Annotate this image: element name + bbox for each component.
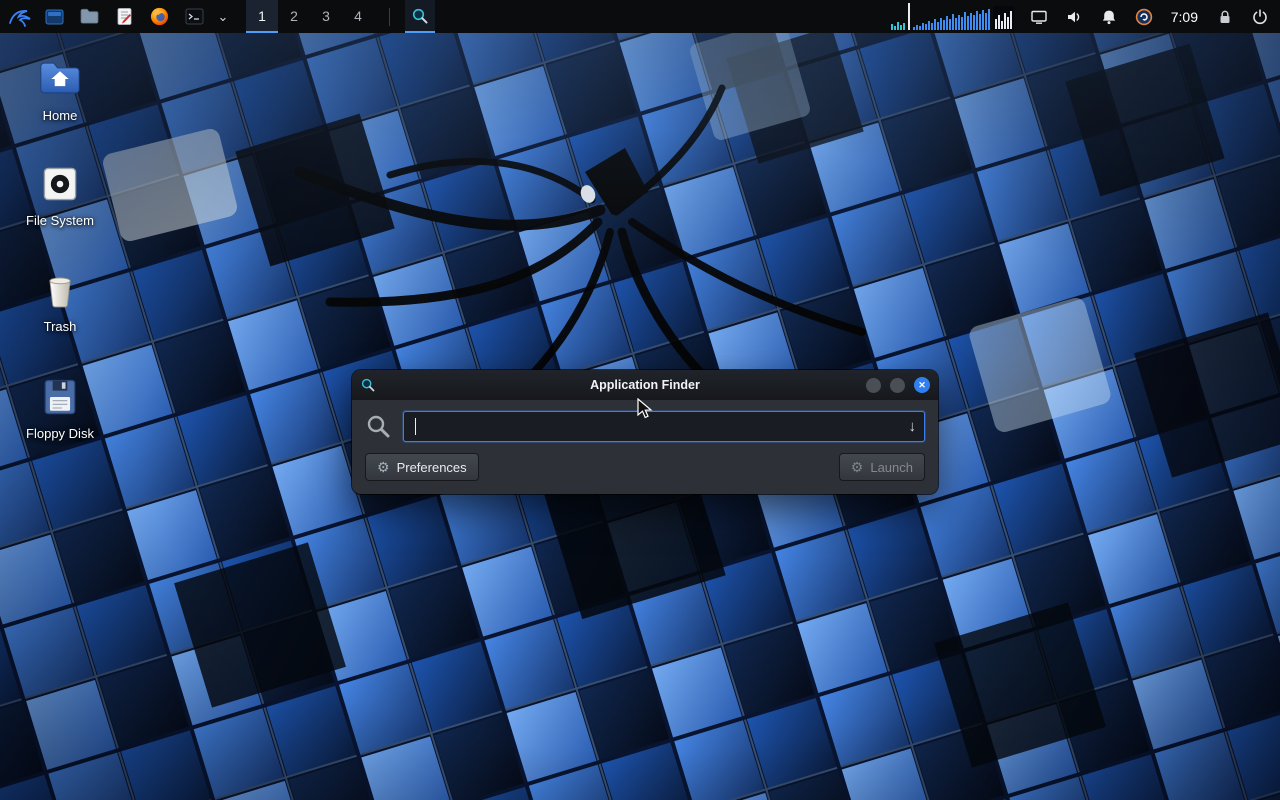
bell-icon	[1100, 8, 1118, 26]
preferences-label: Preferences	[397, 460, 467, 475]
desktop-icon-floppy-disk[interactable]: Floppy Disk	[18, 375, 102, 441]
terminal-dropdown-chevron-icon[interactable]: ⌄	[216, 3, 230, 30]
cpu-graph-bars	[913, 3, 990, 30]
finder-body: ↓ ⚙ Preferences ⚙ Launch	[352, 400, 938, 494]
tray-screen-lock[interactable]	[1215, 7, 1235, 27]
launch-label: Launch	[870, 460, 913, 475]
launcher-file-browser[interactable]	[76, 3, 103, 30]
text-caret	[415, 418, 416, 435]
panel-clock[interactable]: 7:09	[1169, 9, 1200, 25]
magnifier-icon	[411, 7, 429, 25]
desktop-icon-trash[interactable]: Trash	[18, 268, 102, 334]
search-input[interactable]	[417, 412, 903, 441]
workspace-switcher: 1 2 3 4	[246, 0, 374, 33]
combo-arrow-icon[interactable]: ↓	[903, 418, 917, 435]
window-title: Application Finder	[352, 378, 938, 392]
workspace-2[interactable]: 2	[278, 0, 310, 33]
terminal-icon	[184, 6, 205, 27]
speaker-icon	[1065, 8, 1083, 26]
graph-divider	[908, 3, 910, 30]
maximize-button[interactable]	[890, 378, 905, 393]
launcher-firefox[interactable]	[146, 3, 173, 30]
file-system-icon	[38, 162, 82, 206]
launcher-text-editor[interactable]	[111, 3, 138, 30]
tray-notifications[interactable]	[1099, 7, 1119, 27]
search-icon	[365, 413, 392, 440]
tray-display[interactable]	[1029, 7, 1049, 27]
net-graph-bars	[891, 3, 905, 30]
application-finder-window: Application Finder ✕ ↓ ⚙ Preferences	[352, 370, 938, 494]
home-folder-icon	[37, 55, 83, 101]
trash-icon	[38, 268, 82, 312]
top-panel: ⌄ 1 2 3 4	[0, 0, 1280, 33]
folder-icon	[79, 6, 100, 27]
firefox-icon	[149, 6, 170, 27]
tray-logout[interactable]	[1250, 7, 1270, 27]
workspace-4[interactable]: 4	[342, 0, 374, 33]
tray-updates[interactable]	[1134, 7, 1154, 27]
file-manager-icon	[44, 6, 65, 27]
launch-button[interactable]: ⚙ Launch	[839, 453, 925, 481]
display-icon	[1030, 8, 1048, 26]
text-editor-icon	[114, 6, 135, 27]
window-magnifier-icon	[360, 377, 376, 393]
titlebar[interactable]: Application Finder ✕	[352, 370, 938, 400]
desktop-icon-file-system[interactable]: File System	[18, 162, 102, 228]
launcher-terminal[interactable]	[181, 3, 208, 30]
workspace-3[interactable]: 3	[310, 0, 342, 33]
preferences-button[interactable]: ⚙ Preferences	[365, 453, 479, 481]
desktop-icon-home[interactable]: Home	[18, 55, 102, 123]
mem-graph-bars	[993, 6, 1014, 30]
desktop-icon-label: Trash	[44, 319, 77, 334]
kali-menu-button[interactable]	[6, 3, 33, 30]
desktop-icon-label: File System	[26, 213, 94, 228]
launch-gear-icon: ⚙	[851, 460, 864, 474]
taskbar-application-finder[interactable]	[405, 0, 435, 33]
panel-right-area: 7:09	[891, 0, 1274, 33]
minimize-button[interactable]	[866, 378, 881, 393]
update-icon	[1135, 8, 1153, 26]
desktop-icon-label: Floppy Disk	[26, 426, 94, 441]
close-button[interactable]: ✕	[914, 377, 930, 393]
floppy-disk-icon	[38, 375, 82, 419]
desktop-icon-label: Home	[43, 108, 78, 123]
lock-icon	[1216, 8, 1234, 26]
panel-separator	[389, 8, 390, 26]
kali-logo-icon	[8, 5, 32, 29]
search-entry[interactable]: ↓	[403, 411, 925, 442]
close-icon: ✕	[918, 381, 926, 390]
launcher-file-manager[interactable]	[41, 3, 68, 30]
gear-icon: ⚙	[377, 460, 390, 474]
system-monitor-graphs[interactable]	[891, 3, 1014, 30]
window-controls: ✕	[866, 377, 930, 393]
tray-volume[interactable]	[1064, 7, 1084, 27]
power-icon	[1251, 8, 1269, 26]
workspace-1[interactable]: 1	[246, 0, 278, 33]
